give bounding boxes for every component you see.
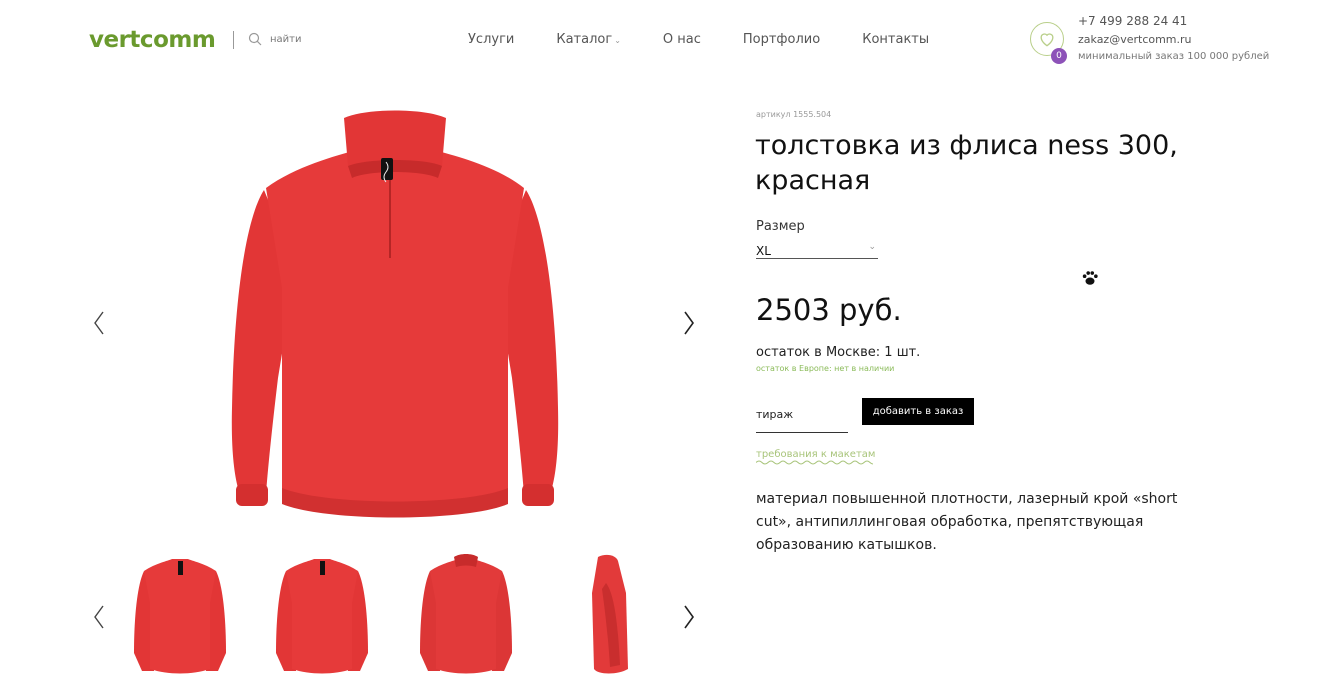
stock-europe: остаток в Европе: нет в наличии [756, 364, 895, 373]
chevron-right-icon [684, 311, 694, 335]
page: vertcomm найти Услуги Каталог ⌄ О нас Пор… [0, 0, 1340, 688]
chevron-right-icon [684, 605, 694, 629]
favorites-count-badge: 0 [1051, 48, 1067, 64]
product-price: 2503 руб. [756, 293, 902, 327]
paw-icon[interactable] [1081, 269, 1099, 287]
thumbnail-3-back[interactable] [418, 553, 514, 675]
logo[interactable]: vertcomm [89, 27, 216, 53]
nav-item-services[interactable]: Услуги [468, 32, 514, 47]
nav-item-portfolio[interactable]: Портфолио [743, 32, 820, 47]
gallery-prev-button[interactable] [92, 310, 106, 336]
chevron-down-icon: ⌄ [614, 36, 621, 45]
chevron-left-icon [94, 311, 104, 335]
heart-icon [1040, 33, 1054, 47]
requirements-link[interactable]: требования к макетам [756, 449, 875, 460]
main-nav: Услуги Каталог ⌄ О нас Портфолио Контакты [468, 32, 971, 47]
nav-item-contacts[interactable]: Контакты [862, 32, 929, 47]
main-product-image [231, 110, 559, 518]
email-link[interactable]: zakaz@vertcomm.ru [1078, 33, 1269, 46]
quantity-input[interactable]: тираж [756, 403, 848, 433]
chevron-down-icon: ⌄ [868, 242, 876, 252]
search-icon [248, 32, 262, 46]
stock-moscow: остаток в Москве: 1 шт. [756, 345, 921, 360]
search-placeholder: найти [270, 33, 302, 45]
gallery-next-button[interactable] [682, 310, 696, 336]
contact-block: +7 499 288 24 41 zakaz@vertcomm.ru миним… [1078, 14, 1269, 62]
size-value: XL [756, 244, 771, 258]
product-description: материал повышенной плотности, лазерный … [756, 491, 1178, 553]
thumbs-next-button[interactable] [682, 604, 696, 630]
nav-item-about[interactable]: О нас [663, 32, 701, 47]
add-to-order-button[interactable]: добавить в заказ [862, 398, 974, 425]
thumbs-prev-button[interactable] [92, 604, 106, 630]
size-select[interactable]: XL ⌄ [756, 240, 878, 259]
product-title: толстовка из флиса ness 300, красная [755, 130, 1178, 196]
header-divider [233, 31, 234, 49]
chevron-left-icon [94, 605, 104, 629]
nav-item-catalog[interactable]: Каталог ⌄ [556, 32, 621, 47]
thumbnail-1[interactable] [132, 553, 228, 675]
article-number: артикул 1555.504 [756, 110, 832, 119]
size-label: Размер [756, 219, 805, 234]
thumbnail-2[interactable] [274, 553, 370, 675]
search-input[interactable]: найти [248, 32, 302, 46]
min-order-note: минимальный заказ 100 000 рублей [1078, 51, 1270, 62]
thumbnail-4-side[interactable] [584, 553, 634, 675]
phone-link[interactable]: +7 499 288 24 41 [1078, 14, 1269, 28]
requirements-underline [756, 460, 873, 465]
